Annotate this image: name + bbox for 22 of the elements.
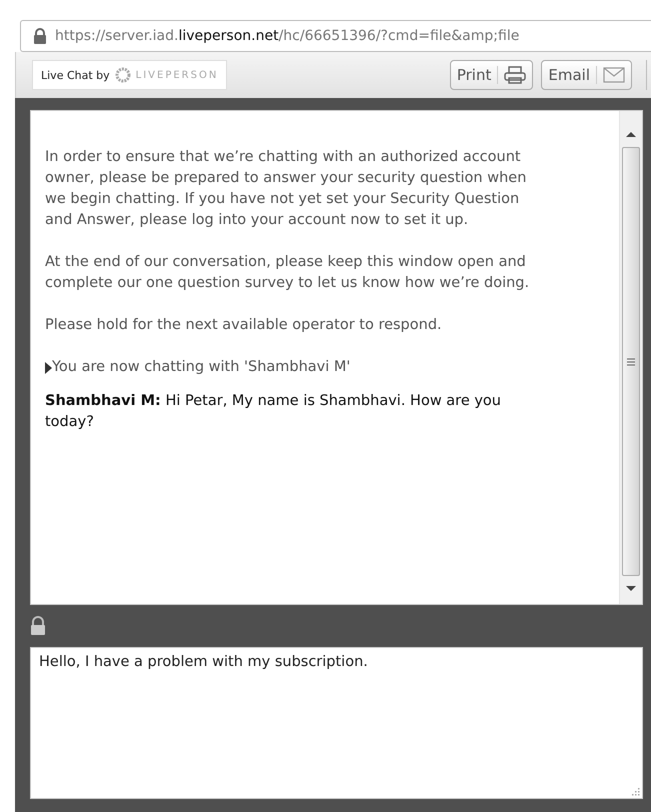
- scroll-down-icon[interactable]: [626, 584, 636, 592]
- grip-icon: [627, 358, 635, 366]
- padlock-icon: [30, 616, 46, 636]
- email-button[interactable]: Email: [541, 60, 632, 90]
- chat-notice: At the end of our conversation, please keep this window open and complete our one question survey to let us know how we’re doing.: [45, 253, 530, 293]
- agent-message: Shambhavi M: Hi Petar, My name is Shambhavi. How are you today?: [45, 392, 502, 432]
- lock-icon: [33, 28, 47, 44]
- envelope-icon: [603, 67, 625, 83]
- scroll-up-icon[interactable]: [626, 131, 636, 139]
- print-button[interactable]: Print: [450, 60, 534, 90]
- address-bar[interactable]: https://server.iad.liveperson.net/hc/66651396/?cmd=file&amp;file: [20, 20, 651, 52]
- url-text: https://server.iad.liveperson.net/hc/66651396/?cmd=file&amp;file: [55, 28, 520, 44]
- chat-notice: In order to ensure that we’re chatting with an authorized account owner, please be prepared to answer your security question when we begin chatting. If you have not yet set your Security Question and Answer, please log into your account now to set it up.: [45, 148, 528, 230]
- resize-grip-icon[interactable]: [630, 786, 640, 796]
- brand-label: Live Chat by: [41, 68, 110, 82]
- printer-icon: [504, 66, 526, 84]
- message-input[interactable]: Hello, I have a problem with my subscription.: [30, 647, 643, 799]
- triangle-icon: [45, 362, 52, 374]
- system-message: You are now chatting with 'Shambhavi M': [52, 358, 350, 377]
- gear-icon: [114, 67, 131, 83]
- brand-name: LIVEPERSON: [136, 70, 218, 80]
- chat-notice: Please hold for the next available operator to respond.: [45, 316, 443, 335]
